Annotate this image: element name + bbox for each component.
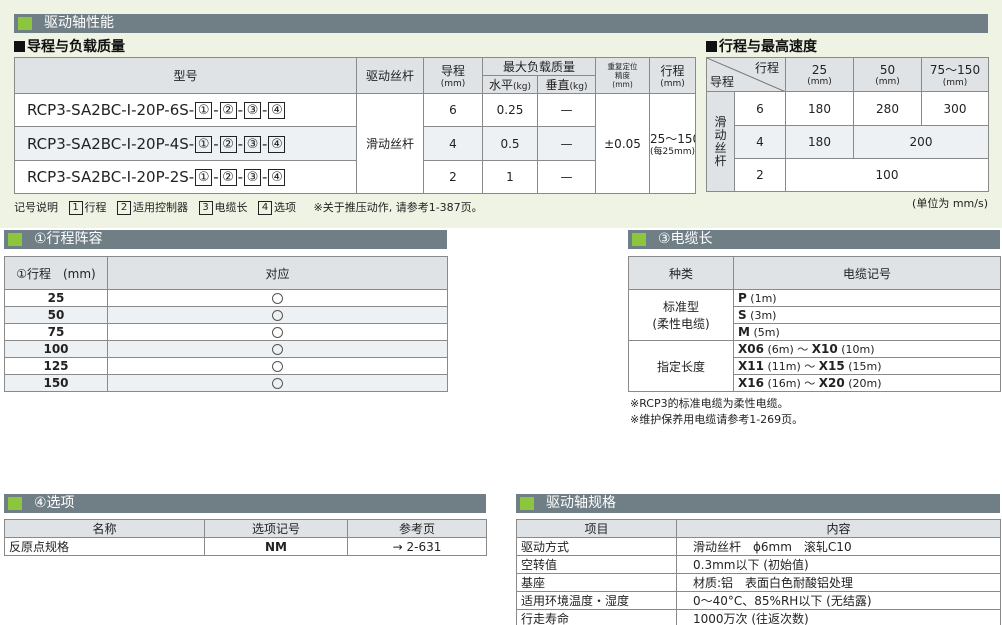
- col-max-load: 最大负载质量: [481, 57, 597, 76]
- cable-note: ※RCP3的标准电缆为柔性电缆。: [630, 397, 789, 410]
- col-item: 项目: [516, 519, 677, 538]
- table-row: 空转值 0.3mm以下 (初始值): [516, 555, 1001, 574]
- vertical-cell: —: [536, 126, 597, 161]
- table-row: RCP3-SA2BC-I-20P-4S- ① - ② - ③ - ④ 4 0.5 —: [14, 126, 696, 161]
- col-name: 名称: [4, 519, 205, 538]
- table-row: 125: [4, 357, 448, 375]
- stroke-cell: 25〜150 (每25mm): [649, 93, 697, 194]
- col-repeat: 重复定位精度 (mm): [595, 57, 651, 94]
- available-icon: [272, 344, 283, 355]
- table-row: 行走寿命 1000万次 (往返次数): [516, 609, 1001, 625]
- accent-mark: [632, 233, 646, 246]
- symbol-legend: 记号说明 1 行程 2 适用控制器 3 电缆长 4 选项 ※关于推压动作, 请参考1-3…: [14, 201, 483, 215]
- custom-length-cell: 指定长度: [628, 340, 734, 392]
- speed-cell: 180: [785, 91, 854, 126]
- speed-cell: 100: [785, 158, 989, 192]
- section-header-options: ④选项: [4, 494, 486, 513]
- repeat-cell: ±0.05: [595, 93, 651, 194]
- available-icon: [272, 378, 283, 389]
- table-row: 100: [4, 340, 448, 358]
- available-icon: [272, 327, 283, 338]
- col-model: 型号: [14, 57, 357, 94]
- vertical-cell: —: [536, 93, 597, 127]
- vertical-cell: —: [536, 160, 597, 194]
- speed-table: 行程 导程 25 (mm) 50 (mm) 75〜150 (mm) 滑动丝杆 6 18…: [706, 57, 989, 192]
- unit-note: (单位为 mm/s): [912, 197, 988, 210]
- stroke-col-50: 50 (mm): [853, 57, 922, 92]
- table-row: 指定长度 X06 (6m) 〜 X10 (10m): [628, 340, 1001, 392]
- table-row: 驱动方式 滑动丝杆 ϕ6mm 滚轧C10: [516, 537, 1001, 556]
- col-code: 电缆记号: [733, 256, 1001, 290]
- speed-cell: 300: [921, 91, 989, 126]
- square-bullet-icon: [706, 41, 717, 52]
- square-bullet-icon: [14, 41, 25, 52]
- table-row: 基座 材质:铝 表面白色耐酸铝处理: [516, 573, 1001, 592]
- col-stroke: 行程 (mm): [649, 57, 697, 94]
- lead-cell: 6: [423, 93, 483, 127]
- lead-cell: 4: [423, 126, 483, 161]
- accent-mark: [8, 233, 22, 246]
- table-row: RCP3-SA2BC-I-20P-6S- ① - ② - ③ - ④ 滑动丝杆 6 0.25 …: [14, 93, 697, 194]
- col-support: 对应: [107, 256, 448, 290]
- standard-type-cell: 标准型 (柔性电缆): [628, 289, 734, 341]
- table-row: 150: [4, 374, 448, 392]
- speed-title: 行程与最高速度: [706, 36, 817, 56]
- col-vertical: 垂直(kg): [536, 75, 597, 94]
- col-drive: 驱动丝杆: [356, 57, 424, 94]
- available-icon: [272, 310, 283, 321]
- table-row: 75: [4, 323, 448, 341]
- model-cell: RCP3-SA2BC-I-20P-6S- ① - ② - ③ - ④: [14, 93, 357, 127]
- lead-cell: 4: [734, 125, 786, 159]
- col-ref-page: 参考页: [347, 519, 487, 538]
- accent-mark: [8, 497, 22, 510]
- horizontal-cell: 0.5: [482, 126, 538, 161]
- accent-mark: [18, 17, 32, 30]
- cable-note: ※维护保养用电缆请参考1-269页。: [630, 413, 804, 426]
- drive-cell: 滑动丝杆: [356, 93, 424, 194]
- speed-cell: 200: [853, 125, 989, 159]
- section-header-performance: 驱动轴性能: [14, 14, 988, 33]
- speed-cell: 280: [853, 91, 922, 126]
- model-cell: RCP3-SA2BC-I-20P-2S- ① - ② - ③ - ④: [14, 160, 357, 194]
- section-title: 驱动轴性能: [44, 15, 114, 31]
- col-stroke: ①行程 (mm): [4, 256, 108, 290]
- horizontal-cell: 1: [482, 160, 538, 194]
- lead-cell: 2: [734, 158, 786, 192]
- section-header-stroke: ①行程阵容: [4, 230, 447, 249]
- section-header-spec: 驱动轴规格: [516, 494, 1000, 513]
- table-row: 2 100: [707, 158, 989, 192]
- col-content: 内容: [676, 519, 1001, 538]
- table-row: 适用环境温度・湿度 0〜40°C、85%RH以下 (无结露): [516, 591, 1001, 610]
- section-header-cable: ③电缆长: [628, 230, 1000, 249]
- options-table: 名称 选项记号 参考页 反原点规格 NM → 2-631: [4, 519, 487, 556]
- table-row: RCP3-SA2BC-I-20P-2S- ① - ② - ③ - ④ 2 1 —: [14, 160, 696, 194]
- stroke-col-25: 25 (mm): [785, 57, 854, 92]
- lead-load-title: 导程与负载质量: [14, 36, 125, 56]
- col-lead: 导程 (mm): [423, 57, 483, 94]
- available-icon: [272, 361, 283, 372]
- stroke-col-75-150: 75〜150 (mm): [921, 57, 989, 92]
- col-horizontal: 水平(kg): [482, 75, 538, 94]
- table-row: 标准型 (柔性电缆) P (1m): [628, 289, 1001, 341]
- speed-cell: 180: [785, 125, 854, 159]
- col-option-code: 选项记号: [204, 519, 348, 538]
- spec-table: 项目 内容 驱动方式 滑动丝杆 ϕ6mm 滚轧C10 空转值 0.3mm以下 (初始…: [516, 519, 1001, 625]
- available-icon: [272, 293, 283, 304]
- lead-cell: 2: [423, 160, 483, 194]
- drive-cell: 滑动丝杆: [706, 91, 735, 192]
- stroke-table: ①行程 (mm) 对应 25 50 75 100 125 150: [4, 256, 448, 392]
- table-row: 4 180 200: [706, 125, 989, 159]
- corner-cell: 行程 导程: [706, 57, 786, 92]
- model-cell: RCP3-SA2BC-I-20P-4S- ① - ② - ③ - ④: [14, 126, 357, 161]
- lead-cell: 6: [734, 91, 786, 126]
- col-kind: 种类: [628, 256, 734, 290]
- horizontal-cell: 0.25: [482, 93, 538, 127]
- cable-table: 种类 电缆记号 标准型 (柔性电缆) P (1m) S (3m) M (5m) 指…: [628, 256, 1001, 392]
- table-row: 反原点规格 NM → 2-631: [4, 537, 487, 556]
- accent-mark: [520, 497, 534, 510]
- lead-load-table: 型号 驱动丝杆 导程 (mm) 最大负载质量 重复定位精度 (mm) 行程 (mm) …: [14, 57, 697, 194]
- table-row: 25: [4, 289, 448, 307]
- table-row: 50: [4, 306, 448, 324]
- table-row: 滑动丝杆 6 180 280 300: [706, 91, 989, 192]
